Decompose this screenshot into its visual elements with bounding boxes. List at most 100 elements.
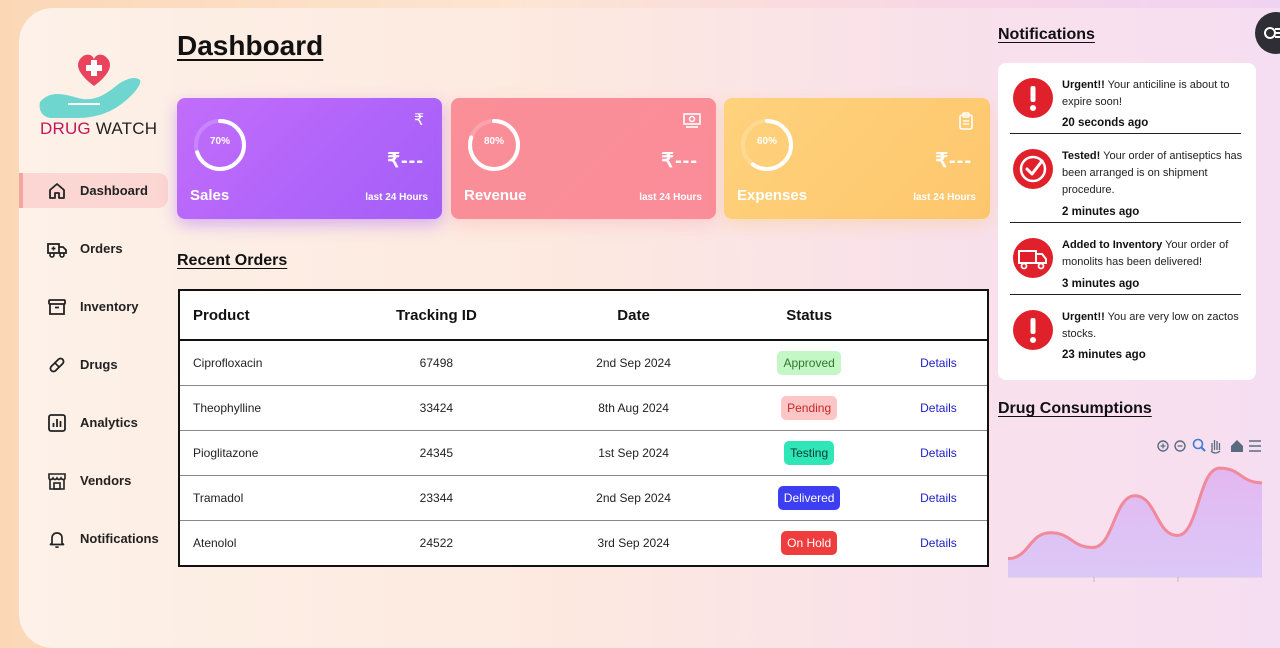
notification-time: 20 seconds ago (1062, 117, 1149, 129)
expenses-percent: 60% (756, 136, 777, 147)
status-cell: On Hold (728, 521, 890, 567)
column-header-tracking-id: Tracking ID (334, 290, 539, 341)
rupee-icon: ₹ (413, 112, 424, 129)
details-link[interactable]: Details (920, 446, 957, 460)
status-cell: Delivered (728, 475, 890, 521)
bell-icon (49, 532, 65, 549)
status-badge: On Hold (781, 531, 838, 555)
sidebar-item-label: Notifications (80, 531, 159, 546)
zoom-out-icon[interactable] (1174, 440, 1186, 452)
tracking-id-cell: 24522 (419, 536, 454, 550)
details-link[interactable]: Details (920, 401, 957, 415)
revenue-amount: ₹--- (661, 150, 698, 172)
sales-period: last 24 Hours (365, 192, 428, 203)
clipboard-icon (959, 112, 973, 130)
sales-card[interactable]: 70% ₹ ₹--- Sales last 24 Hours (177, 98, 442, 219)
sales-label: Sales (190, 187, 230, 204)
money-icon (683, 113, 701, 128)
column-header-date: Date (538, 290, 729, 341)
revenue-label: Revenue (464, 187, 527, 204)
details-link[interactable]: Details (920, 356, 957, 370)
tracking-id-cell: 33424 (334, 385, 539, 431)
table-row: Tramadol 23344 2nd Sep 2024 Delivered De… (179, 475, 988, 521)
sales-percent: 70% (209, 136, 230, 147)
delivery-truck-icon (1013, 238, 1053, 278)
revenue-period: last 24 Hours (639, 192, 702, 203)
date-cell: 1st Sep 2024 (538, 430, 729, 476)
sidebar-item-dashboard[interactable]: Dashboard (19, 173, 168, 208)
check-badge-icon (1013, 149, 1053, 189)
chart-toolbar (1157, 438, 1261, 454)
zoom-select-icon[interactable] (1192, 438, 1206, 452)
expenses-card[interactable]: 60% ₹--- Expenses last 24 Hours (724, 98, 990, 219)
action-cell: Details (889, 340, 988, 386)
revenue-card[interactable]: 80% ₹--- Revenue last 24 Hours (451, 98, 716, 219)
truck-icon (47, 243, 67, 258)
reset-home-icon[interactable] (1231, 440, 1243, 452)
date-cell: 2nd Sep 2024 (538, 475, 729, 521)
sidebar-item-analytics[interactable]: Analytics (19, 405, 168, 440)
menu-icon[interactable] (1249, 440, 1261, 452)
status-cell: Pending (728, 385, 890, 431)
status-cell: Testing (728, 430, 890, 476)
details-link[interactable]: Details (920, 536, 957, 550)
notifications-panel: Urgent!! Your anticiline is about to exp… (998, 63, 1256, 380)
product-cell: Tramadol (179, 475, 334, 521)
pill-icon (49, 357, 65, 373)
bar-chart-icon (48, 414, 66, 432)
sidebar-item-inventory[interactable]: Inventory (19, 289, 168, 324)
details-link[interactable]: Details (920, 491, 957, 505)
expenses-label: Expenses (737, 187, 808, 204)
settings-icon (1264, 27, 1280, 39)
column-header-action (889, 290, 988, 341)
expenses-amount: ₹--- (935, 150, 972, 172)
zoom-in-icon[interactable] (1157, 440, 1169, 452)
product-cell: Atenolol (193, 536, 237, 550)
sidebar-item-vendors[interactable]: Vendors (19, 463, 168, 498)
notification-time: 3 minutes ago (1062, 278, 1140, 290)
home-icon (49, 183, 65, 199)
notification-time: 2 minutes ago (1062, 206, 1140, 218)
sidebar-item-orders[interactable]: Orders (19, 231, 168, 266)
recent-orders-title: Recent Orders (177, 252, 288, 269)
sidebar-item-notifications[interactable]: Notifications (19, 521, 168, 556)
date-cell: 2nd Sep 2024 (538, 340, 729, 386)
notification-text: Added to Inventory Your order of monolit… (1062, 239, 1229, 268)
sidebar-item-label: Vendors (80, 473, 132, 488)
chart-area (1008, 468, 1262, 577)
divider (1010, 222, 1241, 223)
page-title: Dashboard (177, 30, 324, 61)
store-icon (48, 473, 66, 490)
product-cell: Theophylline (179, 385, 334, 431)
divider (1010, 133, 1241, 134)
action-cell: Details (890, 521, 988, 567)
sidebar-item-label: Analytics (80, 415, 138, 430)
table-header-row: Product Tracking ID Date Status (179, 290, 988, 341)
action-cell: Details (889, 475, 988, 521)
divider (1010, 294, 1241, 295)
notification-text: Urgent!! You are very low on zactos stoc… (1062, 311, 1239, 340)
column-header-status: Status (728, 290, 890, 341)
product-cell: Ciprofloxacin (179, 340, 334, 386)
column-header-product: Product (179, 290, 334, 341)
sidebar-item-drugs[interactable]: Drugs (19, 347, 168, 382)
expenses-period: last 24 Hours (913, 192, 976, 203)
status-cell: Approved (728, 340, 890, 386)
table-row: Theophylline 33424 8th Aug 2024 Pending … (179, 385, 988, 431)
status-badge: Delivered (777, 486, 841, 510)
tracking-id-cell: 23344 (334, 475, 539, 521)
pan-icon[interactable] (1210, 440, 1221, 454)
action-cell: Details (889, 430, 988, 476)
recent-orders-table: Product Tracking ID Date Status Ciproflo… (178, 289, 989, 567)
table-row: Atenolol 24522 3rd Sep 2024 On Hold Deta… (179, 521, 988, 567)
date-cell: 8th Aug 2024 (538, 385, 729, 431)
archive-icon (48, 299, 66, 315)
exclamation-icon (1013, 78, 1053, 118)
drug-consumptions-title: Drug Consumptions (998, 400, 1152, 417)
table-row: Ciprofloxacin 67498 2nd Sep 2024 Approve… (179, 340, 988, 386)
notifications-title: Notifications (998, 26, 1095, 43)
status-badge: Approved (777, 351, 841, 375)
status-badge: Testing (784, 441, 835, 465)
revenue-percent: 80% (483, 136, 504, 147)
table-row: Pioglitazone 24345 1st Sep 2024 Testing … (179, 430, 988, 476)
